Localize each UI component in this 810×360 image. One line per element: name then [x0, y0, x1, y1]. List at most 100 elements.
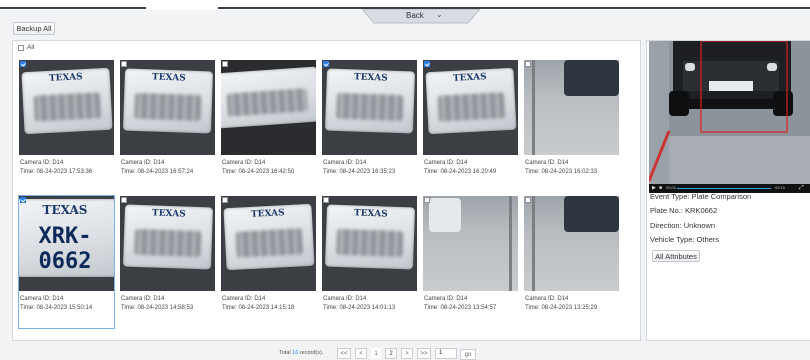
card-checkbox[interactable] — [525, 61, 531, 67]
capture-card[interactable]: TEXAS Camera ID: D14 Time: 08-24-2023 16:2… — [423, 60, 518, 192]
stop-icon[interactable]: ■ — [659, 185, 662, 191]
capture-time-text: Time: 08-24-2023 13:54:57 — [424, 305, 497, 311]
capture-thumbnail[interactable]: TEXAS — [120, 60, 215, 155]
thumbnail-image — [221, 60, 316, 155]
capture-thumbnail[interactable] — [524, 60, 619, 155]
plate-state-text: TEXAS — [250, 208, 285, 221]
page-1-button[interactable]: 1 — [371, 348, 381, 359]
play-icon[interactable]: ▶ — [652, 185, 656, 191]
card-checkbox[interactable] — [20, 61, 26, 67]
capture-time-text: Time: 08-24-2023 16:42:50 — [222, 169, 295, 175]
vehicle-image — [429, 198, 461, 232]
plate-state-text: TEXAS — [353, 208, 388, 220]
capture-time-text: Time: 08-24-2023 14:58:53 — [121, 305, 194, 311]
page-number-input[interactable]: 1 — [435, 348, 457, 359]
license-plate-image: TEXAS — [425, 67, 517, 135]
top-divider-left — [0, 7, 146, 9]
card-checkbox[interactable] — [121, 197, 127, 203]
card-checkbox[interactable] — [20, 197, 26, 203]
plate-blur-mask — [33, 91, 102, 122]
capture-time-text: Time: 08-24-2023 16:20:49 — [424, 169, 497, 175]
checkbox-icon — [18, 44, 24, 51]
prev-page-button[interactable]: < — [355, 348, 367, 359]
capture-card[interactable]: Camera ID: D14 Time: 08-24-2023 16:42:50 — [221, 60, 316, 192]
thumbnail-image: TEXAS — [221, 196, 316, 291]
plate-state-text: TEXAS — [452, 72, 487, 85]
capture-thumbnail[interactable]: TEXAS — [322, 196, 417, 291]
thumbnail-image — [524, 60, 619, 155]
first-page-button[interactable]: << — [337, 348, 351, 359]
capture-card[interactable]: Camera ID: D14 Time: 08-24-2023 13:25:29 — [524, 196, 619, 328]
top-divider-right — [218, 7, 810, 9]
select-all-label: All — [27, 44, 35, 51]
capture-card[interactable]: TEXAS Camera ID: D14 Time: 08-24-2023 17:5… — [19, 60, 114, 192]
capture-grid-panel: All TEXAS Camera ID: D14 Time: 08-24-2023 … — [12, 40, 641, 341]
card-checkbox[interactable] — [323, 197, 329, 203]
video-progress-bar[interactable] — [677, 188, 771, 189]
capture-card[interactable]: Camera ID: D14 Time: 08-24-2023 13:54:57 — [423, 196, 518, 328]
capture-card[interactable]: TEXAS XRK-0662 Camera ID: D14 Time: 08-24-2… — [18, 195, 115, 329]
capture-card[interactable]: TEXAS Camera ID: D14 Time: 08-24-2023 16:5… — [120, 60, 215, 192]
camera-id-text: Camera ID: D14 — [424, 296, 468, 302]
capture-thumbnail[interactable]: TEXAS — [19, 60, 114, 155]
capture-card[interactable]: Camera ID: D14 Time: 08-24-2023 16:02:33 — [524, 60, 619, 192]
license-plate-image: TEXAS — [324, 204, 416, 270]
fullscreen-icon[interactable]: ⤢ — [799, 185, 804, 192]
plate-blur-mask — [335, 92, 404, 121]
capture-thumbnail[interactable]: TEXAS XRK-0662 — [19, 196, 114, 291]
capture-card[interactable]: TEXAS Camera ID: D14 Time: 08-24-2023 14:1… — [221, 196, 316, 328]
capture-time-text: Time: 08-24-2023 16:02:33 — [525, 169, 598, 175]
all-attributes-button[interactable]: All Attributes — [652, 250, 700, 262]
camera-id-text: Camera ID: D14 — [424, 160, 468, 166]
backup-all-button[interactable]: Backup All — [13, 22, 55, 35]
card-checkbox[interactable] — [424, 197, 430, 203]
card-checkbox[interactable] — [222, 61, 228, 67]
plate-state-text: TEXAS — [48, 72, 83, 85]
thumbnail-image — [423, 196, 518, 291]
video-time-end: 00:15 — [775, 185, 786, 190]
capture-card[interactable]: TEXAS Camera ID: D14 Time: 08-24-2023 14:0… — [322, 196, 417, 328]
thumbnail-image: TEXAS — [19, 60, 114, 155]
capture-card[interactable]: TEXAS Camera ID: D14 Time: 08-24-2023 14:5… — [120, 196, 215, 328]
capture-thumbnail[interactable]: TEXAS — [322, 60, 417, 155]
thumbnail-image: TEXAS — [120, 60, 215, 155]
capture-thumbnail[interactable]: TEXAS — [423, 60, 518, 155]
capture-card[interactable]: TEXAS Camera ID: D14 Time: 08-24-2023 16:3… — [322, 60, 417, 192]
card-checkbox[interactable] — [525, 197, 531, 203]
back-tab[interactable]: Back ⌄ — [362, 9, 480, 24]
capture-thumbnail[interactable]: TEXAS — [221, 196, 316, 291]
next-page-button[interactable]: > — [401, 348, 413, 359]
capture-thumbnail[interactable]: TEXAS — [120, 196, 215, 291]
plate-state-text: TEXAS — [151, 208, 186, 220]
card-checkbox[interactable] — [121, 61, 127, 67]
license-plate-image — [221, 66, 316, 129]
capture-thumbnail[interactable] — [423, 196, 518, 291]
page-2-button[interactable]: 2 — [385, 348, 397, 359]
direction-field: Direction: Unknown — [650, 221, 716, 230]
camera-id-text: Camera ID: D14 — [222, 160, 266, 166]
capture-thumbnail[interactable] — [524, 196, 619, 291]
select-all-checkbox[interactable]: All — [18, 44, 34, 51]
thumbnail-image: TEXAS — [120, 196, 215, 291]
capture-time-text: Time: 08-24-2023 14:15:18 — [222, 305, 295, 311]
license-plate-image: TEXAS — [122, 204, 214, 270]
camera-id-text: Camera ID: D14 — [525, 296, 569, 302]
card-checkbox[interactable] — [222, 197, 228, 203]
capture-meta: Camera ID: D14 Time: 08-24-2023 16:20:49 — [423, 155, 518, 182]
license-plate-image: TEXAS — [324, 68, 416, 134]
card-checkbox[interactable] — [424, 61, 430, 67]
card-checkbox[interactable] — [323, 61, 329, 67]
capture-meta: Camera ID: D14 Time: 08-24-2023 13:54:57 — [423, 291, 518, 318]
video-preview[interactable] — [649, 41, 810, 184]
go-button[interactable]: go — [460, 349, 476, 360]
capture-meta: Camera ID: D14 Time: 08-24-2023 13:25:29 — [524, 291, 619, 318]
plate-blur-mask — [133, 228, 202, 257]
pole-image — [532, 196, 535, 291]
camera-id-text: Camera ID: D14 — [121, 296, 165, 302]
last-page-button[interactable]: >> — [417, 348, 431, 359]
capture-thumbnail[interactable] — [221, 60, 316, 155]
plate-blur-mask — [227, 88, 308, 117]
license-plate-image: TEXAS — [122, 68, 214, 134]
license-plate-image: TEXAS — [21, 67, 113, 135]
pole-image — [509, 196, 512, 291]
